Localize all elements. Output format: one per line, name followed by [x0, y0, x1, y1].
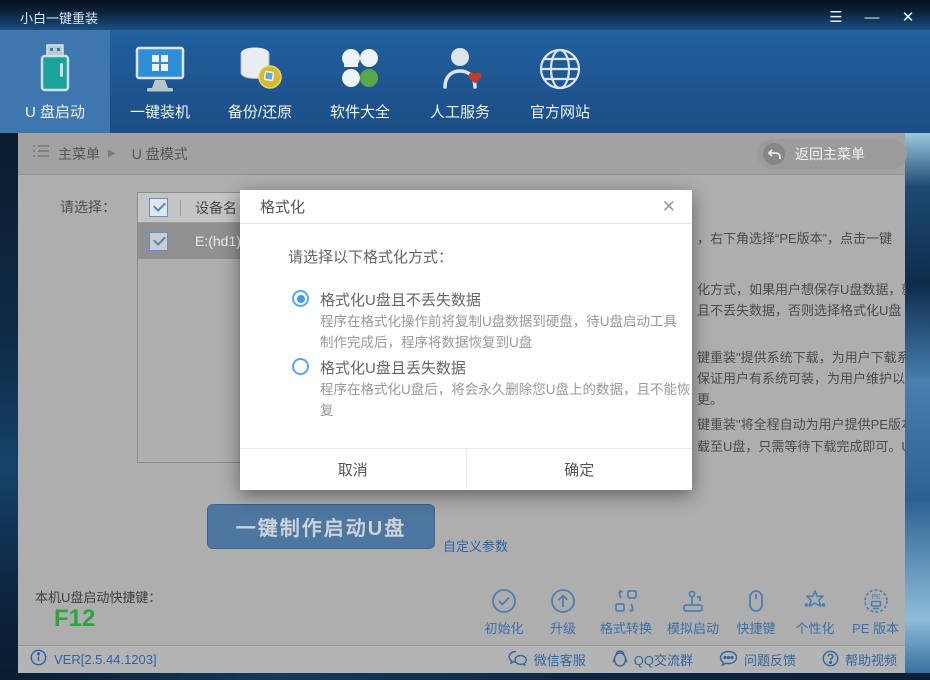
close-icon[interactable]: ✕ [900, 10, 916, 25]
nav-item-label: 一键装机 [129, 104, 190, 121]
back-to-main-button[interactable]: 返回主菜单 [757, 139, 907, 169]
nav-item-label: 软件大全 [329, 104, 390, 121]
instruction-text-line: 且不丢失数据，否则选择格式化U盘 [697, 303, 902, 318]
joystick-icon [680, 588, 706, 614]
instruction-text-line: 更。 [697, 392, 724, 407]
boot-hotkey-label: 本机U盘启动快捷键： [35, 590, 162, 605]
nav-item-label: 备份/还原 [227, 104, 293, 121]
confirm-button[interactable]: 确定 [465, 449, 692, 490]
instruction-text-line: 键重装"将全程自动为用户提供PE版本 [697, 417, 906, 432]
status-links: 微信客服 QQ交流群 问题反馈 帮助视频 [508, 649, 897, 670]
minimize-icon[interactable]: ― [864, 10, 880, 25]
help-circle-icon [822, 650, 839, 670]
boot-hotkey-value: F12 [54, 605, 96, 632]
wechat-icon [508, 650, 528, 670]
wallpaper-bottom-strip [0, 673, 930, 680]
nav-item-label: 官方网站 [529, 104, 590, 121]
option-keep-data-title[interactable]: 格式化U盘且不丢失数据 [320, 289, 481, 310]
format-convert-icon [613, 588, 639, 614]
nav-item-website[interactable]: 官方网站 [510, 30, 610, 133]
svg-text:PE: PE [871, 594, 881, 601]
custom-params-link[interactable]: 自定义参数 [443, 536, 508, 555]
dialog-prompt: 请选择以下格式化方式： [288, 249, 454, 266]
qq-group-link[interactable]: QQ交流群 [612, 649, 693, 670]
wallpaper-right-strip [905, 133, 930, 673]
feedback-bubble-icon [719, 650, 738, 670]
toolbar-item-hotkeys[interactable]: 快捷键 [734, 588, 778, 637]
globe-icon [536, 41, 584, 93]
select-all-checkbox[interactable] [149, 198, 168, 217]
breadcrumb: 主菜单 ▶ U 盘模式 返回主菜单 [18, 133, 907, 175]
nav-item-label: 人工服务 [429, 104, 490, 121]
monitor-icon [134, 41, 186, 93]
menu-icon[interactable]: ☰ [828, 10, 844, 25]
wechat-support-link[interactable]: 微信客服 [508, 649, 586, 670]
toolbar-item-upgrade[interactable]: 升级 [541, 588, 585, 637]
instruction-text-line: 保证用户有系统可装，为用户维护以 [697, 371, 906, 386]
option-lose-data-title[interactable]: 格式化U盘且丢失数据 [320, 357, 466, 378]
nav-item-support[interactable]: 人工服务 [410, 30, 510, 133]
person-heart-icon [437, 41, 483, 93]
info-icon [30, 649, 47, 671]
mouse-icon [743, 588, 769, 614]
chevron-right-icon: ▶ [108, 148, 116, 159]
sparkle-icon [802, 588, 828, 614]
dialog-title: 格式化 [260, 199, 306, 216]
dialog-close-icon[interactable]: ✕ [662, 198, 676, 215]
pe-version-icon: PE [863, 588, 889, 614]
version-text: VER[2.5.44.1203] [54, 652, 157, 667]
instruction-text-line: ，右下角选择“PE版本”，点击一键 [697, 231, 893, 246]
radio-lose-data[interactable] [292, 358, 309, 375]
device-checkbox[interactable] [149, 231, 168, 251]
instruction-text-line: 键重装"提供系统下载，为用户下载系 [697, 350, 906, 365]
app-window: 小白一键重装 ☰ ― ✕ U 盘启动 一键装机 备份/还原 软件大全 人工服务 … [0, 0, 930, 680]
make-boot-usb-button[interactable]: 一键制作启动U盘 [207, 504, 435, 549]
radio-keep-data[interactable] [292, 290, 309, 307]
version-info[interactable]: VER[2.5.44.1203] [30, 649, 157, 671]
feedback-link[interactable]: 问题反馈 [719, 649, 796, 670]
check-circle-icon [491, 588, 517, 614]
header-divider [180, 199, 181, 216]
device-name-column: 设备名 [195, 199, 237, 216]
nav-item-one-key-install[interactable]: 一键装机 [110, 30, 210, 133]
backup-disks-icon [234, 41, 286, 93]
select-device-label: 请选择： [60, 199, 116, 215]
nav-item-backup-restore[interactable]: 备份/还原 [210, 30, 310, 133]
toolbar-item-personalize[interactable]: 个性化 [793, 588, 837, 637]
title-bar: 小白一键重装 ☰ ― ✕ [0, 0, 930, 30]
qq-icon [612, 649, 628, 670]
breadcrumb-current: U 盘模式 [131, 145, 188, 162]
option-lose-data-desc: 程序在格式化U盘后，将会永久删除您U盘上的数据，且不能恢复 [320, 382, 691, 418]
toolbar-item-initialize[interactable]: 初始化 [482, 588, 526, 637]
list-icon [32, 144, 50, 163]
nav-item-label: U 盘启动 [24, 104, 85, 121]
bottom-toolbar: 初始化 升级 格式转换 模拟启动 快捷键 个性化 PE PE 版本 [482, 588, 899, 637]
dialog-footer: 取消 确定 [240, 448, 692, 490]
wallpaper-left-strip [0, 133, 18, 673]
status-bar: VER[2.5.44.1203] 微信客服 QQ交流群 问题反馈 帮助视频 [18, 645, 905, 673]
nav-item-software[interactable]: 软件大全 [310, 30, 410, 133]
usb-drive-icon [36, 41, 74, 93]
nav-item-usb-boot[interactable]: U 盘启动 [0, 30, 110, 133]
help-video-link[interactable]: 帮助视频 [822, 649, 897, 670]
back-arrow-icon [763, 143, 785, 165]
toolbar-item-format-convert[interactable]: 格式转换 [600, 588, 652, 637]
cancel-button[interactable]: 取消 [240, 449, 466, 490]
back-button-label: 返回主菜单 [795, 146, 865, 162]
instruction-text-line: 化方式，如果用户想保存U盘数据，就 [697, 282, 906, 297]
dialog-header: 格式化 ✕ [240, 190, 692, 224]
window-title: 小白一键重装 [20, 10, 99, 26]
breadcrumb-root[interactable]: 主菜单 [58, 144, 100, 164]
toolbar-item-simulate-boot[interactable]: 模拟启动 [667, 588, 719, 637]
upgrade-arrow-icon [550, 588, 576, 614]
instruction-text-line: 载至U盘，只需等待下载完成即可。U [697, 439, 906, 454]
toolbar-item-pe-version[interactable]: PE PE 版本 [852, 588, 899, 637]
option-keep-data-desc: 程序在格式化操作前将复制U盘数据到硬盘，待U盘启动工具制作完成后，程序将数据恢复… [320, 314, 677, 350]
window-controls: ☰ ― ✕ [828, 6, 916, 25]
software-grid-icon [336, 41, 384, 93]
nav-bar: U 盘启动 一键装机 备份/还原 软件大全 人工服务 官方网站 [0, 30, 930, 133]
format-dialog: 格式化 ✕ 请选择以下格式化方式： 格式化U盘且不丢失数据 程序在格式化操作前将… [240, 190, 692, 490]
